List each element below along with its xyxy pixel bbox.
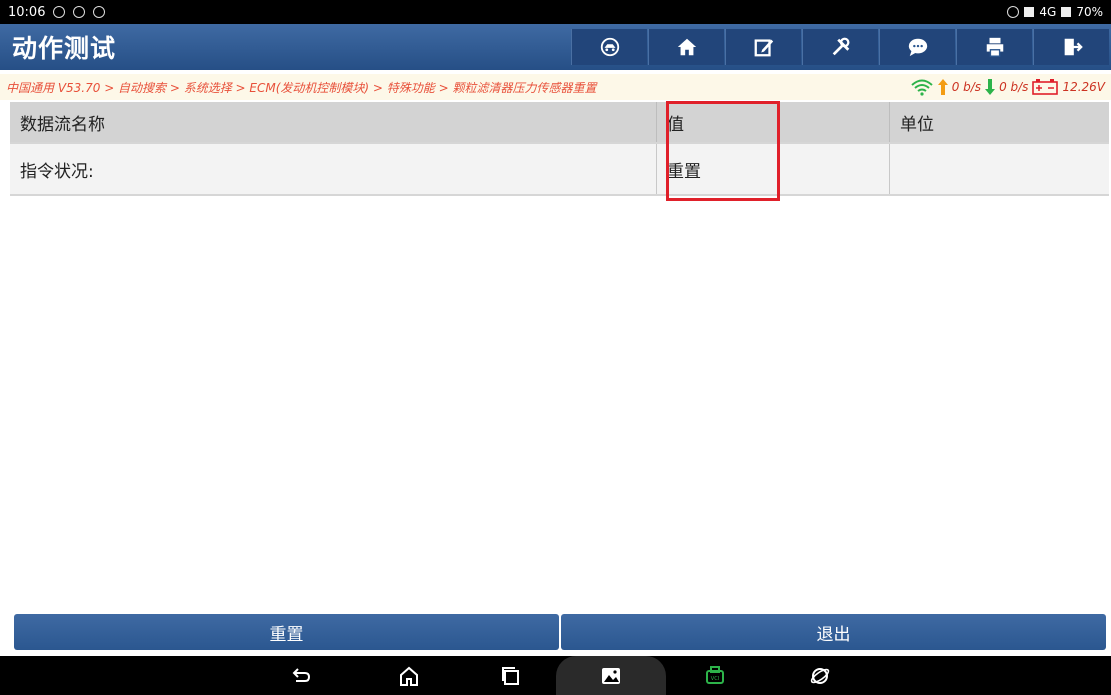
notification-icon — [73, 6, 86, 18]
battery-level: 70% — [1076, 5, 1103, 19]
tools-icon — [832, 37, 849, 56]
toolbar — [570, 29, 1109, 65]
battery-voltage: 12.26V — [1062, 80, 1105, 94]
column-header-unit: 单位 — [889, 102, 1109, 142]
breadcrumb-bar: 中国通用 V53.70 > 自动搜索 > 系统选择 > ECM(发动机控制模块)… — [0, 74, 1111, 100]
usb-icon — [53, 6, 66, 18]
breadcrumb: 中国通用 V53.70 > 自动搜索 > 系统选择 > ECM(发动机控制模块)… — [6, 80, 597, 95]
status-bar: 10:06 4G 70% — [0, 0, 1111, 24]
download-arrow-icon — [985, 79, 996, 95]
edit-icon — [754, 39, 773, 57]
table-row[interactable]: 指令状况: 重置 — [10, 144, 1109, 196]
home-outline-icon — [400, 666, 418, 686]
download-rate: 0 b/s — [999, 80, 1029, 94]
message-button[interactable] — [879, 29, 955, 65]
upload-rate: 0 b/s — [951, 80, 982, 94]
row-name: 指令状况: — [20, 161, 94, 182]
home-button[interactable] — [648, 29, 724, 65]
vci-icon: VCI — [706, 665, 724, 684]
row-value: 重置 — [656, 144, 889, 194]
tools-button[interactable] — [802, 29, 878, 65]
network-type: 4G — [1039, 5, 1057, 19]
back-button[interactable] — [286, 656, 316, 695]
print-button[interactable] — [956, 29, 1032, 65]
connection-status: 0 b/s 0 b/s 12.26V — [910, 78, 1105, 96]
print-icon — [986, 37, 1003, 57]
reset-button[interactable]: 重置 — [14, 614, 559, 650]
home-icon — [677, 38, 696, 56]
data-stream-table: 数据流名称 值 单位 指令状况: 重置 — [10, 102, 1109, 196]
gallery-button[interactable] — [596, 656, 626, 695]
title-bar: 动作测试 — [0, 24, 1111, 70]
recents-button[interactable] — [496, 656, 526, 695]
exit-button-bottom[interactable]: 退出 — [561, 614, 1106, 650]
svg-text:VCI: VCI — [711, 676, 719, 682]
chat-notification-icon — [93, 6, 106, 18]
exit-icon — [1064, 38, 1083, 56]
column-header-value: 值 — [656, 102, 889, 142]
status-time: 10:06 — [8, 4, 46, 20]
vehicle-icon — [600, 37, 619, 57]
recents-icon — [502, 666, 519, 685]
back-icon — [292, 667, 311, 682]
car-battery-icon — [1032, 79, 1059, 95]
image-icon — [602, 667, 620, 684]
battery-icon — [1061, 7, 1072, 17]
column-header-name: 数据流名称 — [20, 114, 105, 135]
browser-icon — [810, 667, 830, 684]
sync-icon — [1007, 6, 1020, 18]
exit-button[interactable] — [1033, 29, 1109, 65]
message-icon — [908, 38, 927, 57]
vehicle-button[interactable] — [571, 29, 647, 65]
signal-icon — [1024, 7, 1035, 17]
row-unit — [889, 144, 1109, 194]
home-nav-button[interactable] — [394, 656, 424, 695]
vci-button[interactable]: VCI — [700, 656, 730, 695]
navigation-bar: VCI — [0, 656, 1111, 695]
browser-button[interactable] — [805, 656, 835, 695]
table-header-row: 数据流名称 值 单位 — [10, 102, 1109, 144]
edit-button[interactable] — [725, 29, 801, 65]
upload-arrow-icon — [937, 79, 948, 95]
page-title: 动作测试 — [12, 34, 117, 63]
wifi-icon — [911, 79, 933, 96]
action-bar: 重置 退出 — [14, 614, 1106, 650]
